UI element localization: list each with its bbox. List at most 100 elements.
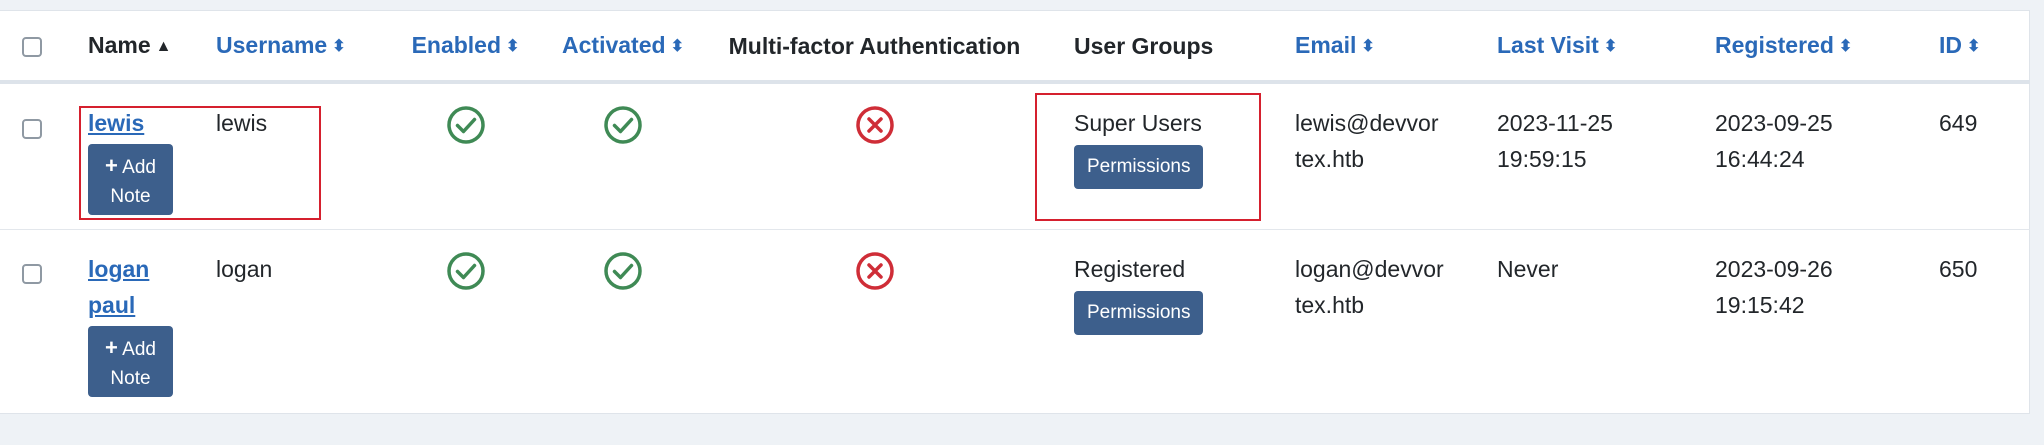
table-row: logan paul + Add Note logan Registered P… — [0, 229, 2030, 407]
user-name-line: paul — [88, 291, 136, 318]
sort-icon: ⬍ — [1603, 37, 1618, 55]
email-text: lewis@devvor — [1295, 110, 1439, 136]
header-last-visit[interactable]: Last Visit ⬍ — [1467, 11, 1685, 82]
registered-cell: 2023-09-25 16:44:24 — [1685, 82, 1907, 229]
users-table-panel: Name ▲ Username ⬍ Enabled ⬍ Activated ⬍ Mult… — [0, 10, 2030, 414]
header-activated-link[interactable]: Activated ⬍ — [562, 32, 684, 58]
header-email-link[interactable]: Email ⬍ — [1295, 32, 1375, 58]
email-text: tex.htb — [1295, 291, 1365, 318]
last-visit-text: 2023-11-25 — [1497, 110, 1613, 136]
permissions-button[interactable]: Permissions — [1074, 145, 1204, 189]
x-icon — [855, 251, 895, 291]
header-mfa: Multi-factor Authentication — [703, 11, 1046, 82]
sort-icon: ⬍ — [332, 37, 346, 55]
header-id[interactable]: ID ⬍ — [1907, 11, 2030, 82]
table-row: lewis + Add Note lewis Super Users Permi… — [0, 82, 2030, 229]
x-icon — [855, 105, 895, 145]
header-user-groups: User Groups — [1046, 11, 1265, 82]
username-cell: lewis — [216, 82, 388, 229]
add-note-label: Add — [122, 157, 156, 178]
header-username-link[interactable]: Username ⬍ — [216, 32, 346, 58]
enabled-cell — [388, 229, 543, 407]
row-checkbox[interactable] — [22, 118, 42, 139]
check-icon[interactable] — [446, 251, 486, 291]
table-header-row: Name ▲ Username ⬍ Enabled ⬍ Activated ⬍ Mult… — [0, 11, 2030, 82]
header-id-link[interactable]: ID ⬍ — [1939, 32, 1980, 58]
row-select-cell — [0, 229, 88, 407]
sort-icon: ⬍ — [506, 37, 520, 55]
name-cell: lewis + Add Note — [88, 82, 216, 229]
header-registered[interactable]: Registered ⬍ — [1685, 11, 1907, 82]
header-username[interactable]: Username ⬍ — [216, 11, 388, 82]
last-visit-text: Never — [1497, 255, 1559, 282]
header-email[interactable]: Email ⬍ — [1265, 11, 1467, 82]
user-group-text: Registered — [1074, 255, 1186, 282]
user-groups-cell: Super Users Permissions — [1046, 82, 1265, 229]
id-text: 649 — [1939, 110, 1978, 136]
header-activated-label: Activated — [562, 31, 666, 58]
header-name-label: Name — [88, 31, 151, 58]
plus-icon: + — [105, 153, 118, 178]
select-all-checkbox[interactable] — [22, 37, 42, 58]
email-cell: logan@devvor tex.htb — [1265, 229, 1467, 407]
registered-text: 2023-09-25 — [1715, 110, 1833, 136]
sort-icon: ⬍ — [1838, 37, 1853, 55]
sort-icon: ⬍ — [1361, 37, 1375, 55]
check-icon[interactable] — [446, 105, 486, 145]
email-cell: lewis@devvor tex.htb — [1265, 82, 1467, 229]
name-cell: logan paul + Add Note — [88, 229, 216, 407]
id-cell: 650 — [1907, 229, 2030, 407]
header-id-label: ID — [1939, 31, 1962, 58]
header-enabled[interactable]: Enabled ⬍ — [388, 11, 543, 82]
header-user-groups-label: User Groups — [1074, 32, 1214, 59]
registered-text: 2023-09-26 — [1715, 255, 1833, 282]
registered-text: 19:15:42 — [1715, 291, 1805, 318]
check-icon — [603, 105, 643, 145]
sort-icon: ⬍ — [1967, 37, 1981, 55]
user-name-line: logan — [88, 255, 150, 282]
mfa-cell — [703, 229, 1046, 407]
header-mfa-label: Multi-factor Authentication — [728, 32, 1021, 59]
header-last-visit-link[interactable]: Last Visit ⬍ — [1497, 32, 1617, 58]
registered-text: 16:44:24 — [1715, 146, 1805, 172]
add-note-button[interactable]: + Add Note — [88, 325, 173, 397]
header-last-visit-label: Last Visit — [1497, 31, 1599, 58]
plus-icon: + — [105, 334, 118, 360]
permissions-button[interactable]: Permissions — [1074, 290, 1204, 335]
last-visit-cell: 2023-11-25 19:59:15 — [1467, 82, 1685, 229]
username-cell: logan — [216, 229, 388, 407]
add-note-button[interactable]: + Add Note — [88, 144, 173, 215]
header-email-label: Email — [1295, 31, 1357, 58]
activated-cell — [543, 229, 703, 407]
username-text: logan — [216, 255, 273, 282]
user-name-link[interactable]: lewis — [88, 110, 144, 136]
user-group-text: Super Users — [1074, 110, 1202, 136]
row-select-cell — [0, 82, 88, 229]
header-enabled-label: Enabled — [411, 31, 502, 58]
users-table: Name ▲ Username ⬍ Enabled ⬍ Activated ⬍ Mult… — [0, 11, 2030, 407]
user-name-link[interactable]: logan paul — [88, 256, 149, 318]
header-enabled-link[interactable]: Enabled ⬍ — [412, 32, 520, 58]
header-activated[interactable]: Activated ⬍ — [543, 11, 703, 82]
row-checkbox[interactable] — [22, 264, 42, 285]
enabled-cell — [388, 82, 543, 229]
activated-cell — [543, 82, 703, 229]
add-note-label: Note — [110, 367, 151, 389]
header-registered-label: Registered — [1715, 31, 1834, 58]
id-text: 650 — [1939, 255, 1978, 282]
last-visit-cell: Never — [1467, 229, 1685, 407]
header-username-label: Username — [216, 31, 328, 58]
sort-asc-icon: ▲ — [155, 37, 172, 55]
user-groups-cell: Registered Permissions — [1046, 229, 1265, 407]
header-registered-link[interactable]: Registered ⬍ — [1715, 32, 1852, 58]
add-note-label: Note — [110, 186, 151, 207]
mfa-cell — [703, 82, 1046, 229]
email-text: logan@devvor — [1295, 255, 1444, 282]
header-name[interactable]: Name ▲ — [88, 11, 216, 82]
check-icon — [603, 251, 643, 291]
username-text: lewis — [216, 110, 268, 136]
email-text: tex.htb — [1295, 146, 1365, 172]
sort-icon: ⬍ — [670, 37, 684, 55]
id-cell: 649 — [1907, 82, 2030, 229]
last-visit-text: 19:59:15 — [1497, 146, 1587, 172]
